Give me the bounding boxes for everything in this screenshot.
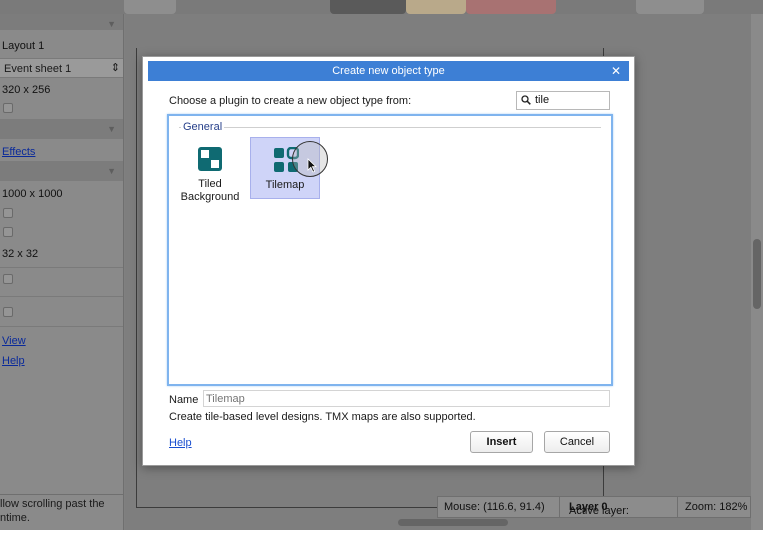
- status-bar: Mouse: (116.6, 91.4) Active layer: Layer…: [437, 496, 751, 518]
- search-input[interactable]: [535, 94, 605, 106]
- collapse-arrow-icon: ▼: [107, 124, 116, 134]
- properties-panel: ▼ Layout 1 Event sheet 1 ⇕ 320 x 256 ▼ E…: [0, 14, 124, 530]
- help-link-row: Help: [0, 351, 123, 371]
- margins-value: 1000 x 1000: [2, 188, 63, 200]
- dialog-title: Create new object type: [332, 65, 445, 77]
- layout-size-value: 320 x 256: [2, 84, 51, 96]
- plugin-label-line: Tiled: [198, 178, 222, 190]
- name-label: Name: [169, 394, 199, 406]
- plugin-list[interactable]: General Tiled Background Tilemap: [167, 114, 613, 386]
- mouse-position: Mouse: (116.6, 91.4): [444, 501, 545, 513]
- view-link[interactable]: View: [2, 335, 26, 347]
- divider: [677, 497, 678, 517]
- description-line: llow scrolling past the: [0, 498, 105, 510]
- active-layer: Active layer: Layer 0: [569, 501, 629, 517]
- event-sheet-value: Event sheet 1: [4, 63, 72, 75]
- layout-thumbnail: [330, 0, 406, 14]
- collapse-arrow-icon: ▼: [107, 19, 116, 29]
- divider: [0, 296, 123, 297]
- zoom-level: Zoom: 182%: [685, 501, 748, 513]
- effects-link[interactable]: Effects: [2, 146, 35, 158]
- group-divider: [179, 127, 601, 128]
- plugin-label: Tilemap: [251, 179, 319, 192]
- unbounded-scrolling-checkbox[interactable]: [3, 103, 13, 113]
- active-layer-label: Active layer:: [569, 505, 629, 517]
- vertical-scrollbar[interactable]: [751, 14, 763, 530]
- divider: [0, 267, 123, 268]
- show-translucent-checkbox[interactable]: [3, 307, 13, 317]
- show-grid-checkbox[interactable]: [3, 227, 13, 237]
- horizontal-scrollbar-thumb[interactable]: [398, 519, 508, 526]
- group-label-general: General: [181, 121, 225, 133]
- layout-name-value: Layout 1: [2, 40, 45, 52]
- window-bottom-edge: [0, 530, 763, 541]
- close-icon[interactable]: ✕: [609, 61, 623, 81]
- layout-thumbnail: [466, 0, 556, 14]
- tilemap-icon: [273, 146, 300, 173]
- section-header[interactable]: ▼: [0, 161, 123, 181]
- collapse-arrow-icon: ▼: [107, 166, 116, 176]
- toolbar-tab[interactable]: [124, 0, 176, 14]
- cancel-button[interactable]: Cancel: [544, 431, 610, 453]
- sidebar-help-link[interactable]: Help: [2, 355, 25, 367]
- grid-size-value: 32 x 32: [2, 248, 39, 260]
- view-link-row: View: [0, 331, 123, 351]
- section-header[interactable]: ▼: [0, 119, 123, 139]
- tiled-background-icon: [197, 146, 223, 172]
- insert-button[interactable]: Insert: [470, 431, 533, 453]
- dialog-prompt: Choose a plugin to create a new object t…: [169, 95, 412, 107]
- plugin-tiled-background[interactable]: Tiled Background: [175, 137, 245, 203]
- plugin-tilemap[interactable]: Tilemap: [250, 137, 320, 199]
- dialog-title-bar: Create new object type ✕: [148, 61, 629, 81]
- plugin-search-box[interactable]: [516, 91, 610, 110]
- scrollbar-thumb[interactable]: [753, 239, 761, 309]
- section-header[interactable]: ▼: [0, 14, 123, 30]
- divider: [0, 326, 123, 327]
- effects-link-row: Effects: [0, 142, 123, 162]
- create-object-dialog: Create new object type ✕ Choose a plugin…: [142, 56, 635, 466]
- show-collision-checkbox[interactable]: [3, 274, 13, 284]
- layout-thumbnail: [406, 0, 466, 14]
- select-arrows-icon: ⇕: [110, 62, 120, 74]
- plugin-label-line: Tilemap: [265, 179, 305, 191]
- description-line: ntime.: [0, 512, 30, 524]
- property-description: llow scrolling past the ntime.: [0, 494, 123, 530]
- name-field[interactable]: [203, 390, 610, 407]
- plugin-label: Tiled Background: [175, 178, 245, 204]
- plugin-label-line: Background: [180, 191, 240, 203]
- snap-to-grid-checkbox[interactable]: [3, 208, 13, 218]
- search-icon: [521, 95, 531, 108]
- dialog-help-link[interactable]: Help: [169, 437, 192, 449]
- top-toolbar-strip: [0, 0, 763, 14]
- event-sheet-select[interactable]: Event sheet 1 ⇕: [0, 58, 123, 78]
- toolbar-tab[interactable]: [636, 0, 704, 14]
- divider: [559, 497, 560, 517]
- plugin-description: Create tile-based level designs. TMX map…: [169, 411, 476, 423]
